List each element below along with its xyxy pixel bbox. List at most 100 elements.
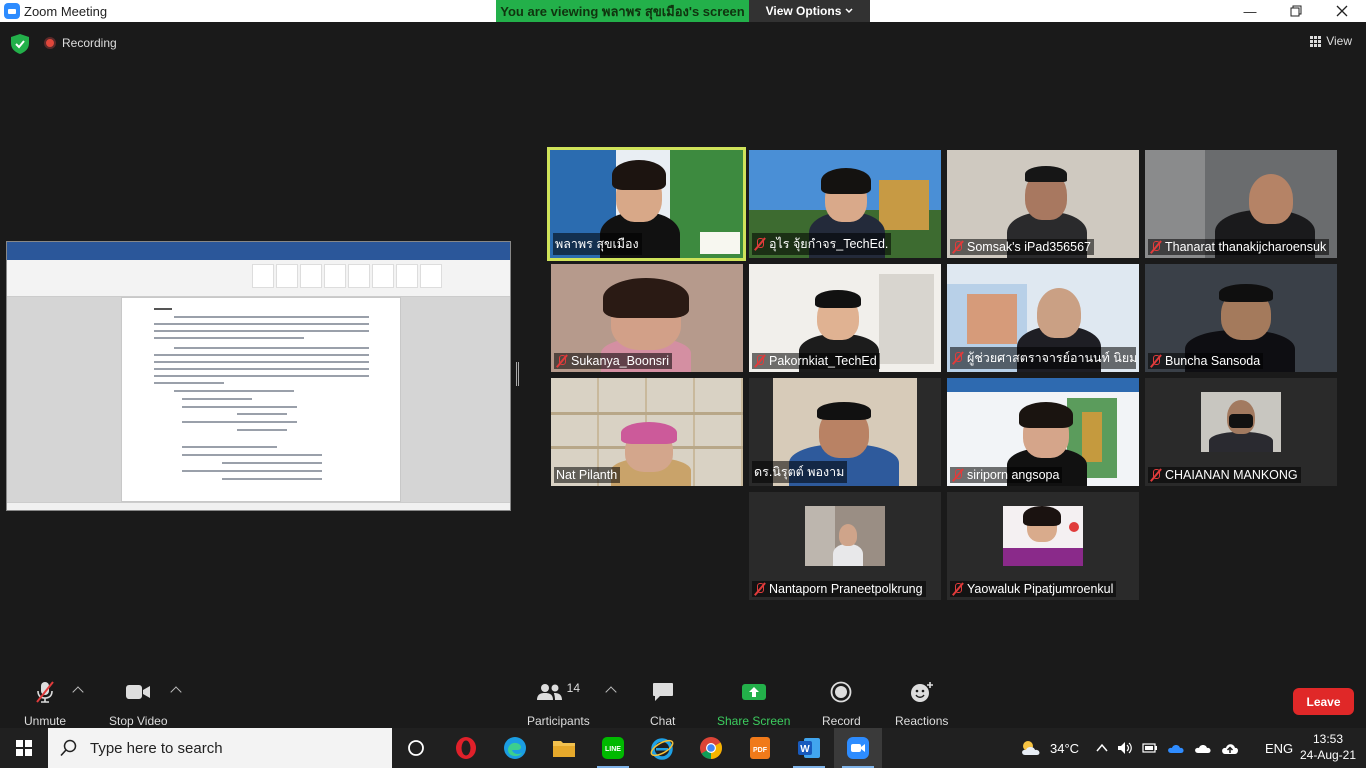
video-tile[interactable]: พลาพร สุขเมือง (547, 147, 746, 261)
participant-name: พลาพร สุขเมือง (555, 237, 639, 251)
chat-button[interactable]: Chat (650, 680, 675, 728)
video-tile[interactable]: CHAIANAN MANKONG (1145, 378, 1337, 486)
video-tile[interactable]: Nat Pilanth (551, 378, 743, 486)
reactions-smiley-icon (910, 682, 933, 702)
taskbar-file-explorer[interactable] (540, 728, 588, 768)
shared-word-styles-gallery (252, 264, 442, 288)
shared-screen[interactable] (6, 241, 511, 511)
view-options-label: View Options (765, 4, 842, 18)
video-tile[interactable]: อุไร จุ้ยกำจร_TechEd. (749, 150, 941, 258)
svg-text:LINE: LINE (605, 746, 621, 753)
video-tile[interactable]: siriporn angsopa (947, 378, 1139, 486)
video-tile[interactable]: Buncha Sansoda (1145, 264, 1337, 372)
reactions-button[interactable]: Reactions (895, 680, 948, 728)
split-view-handle[interactable] (516, 362, 519, 386)
task-view-icon (408, 740, 424, 756)
svg-text:W: W (800, 744, 810, 755)
word-icon: W (798, 738, 820, 758)
view-options-button[interactable]: View Options (749, 0, 870, 22)
chat-label: Chat (650, 714, 676, 728)
viewing-text: You are viewing พลาพร สุขเมือง's screen (496, 0, 749, 22)
participant-name: Yaowaluk Pipatjumroenkul (967, 582, 1114, 596)
record-icon (830, 681, 852, 703)
maximize-button[interactable] (1273, 0, 1319, 22)
onedrive-personal-icon[interactable] (1194, 742, 1212, 754)
taskbar-zoom[interactable] (834, 728, 882, 768)
participant-name: Buncha Sansoda (1165, 354, 1261, 368)
video-tile[interactable]: Yaowaluk Pipatjumroenkul (947, 492, 1139, 600)
taskbar-edge[interactable] (491, 728, 539, 768)
audio-options-chevron[interactable] (72, 686, 84, 698)
chrome-icon (700, 737, 722, 759)
windows-logo-icon (16, 740, 32, 756)
speaker-icon[interactable] (1117, 741, 1133, 755)
video-options-chevron[interactable] (170, 686, 182, 698)
search-icon (60, 739, 77, 757)
participant-name: Somsak's iPad356567 (967, 240, 1091, 254)
close-button[interactable] (1319, 0, 1365, 22)
video-tile[interactable]: Nantaporn Praneetpolkrung (749, 492, 941, 600)
close-icon (1336, 5, 1348, 17)
reactions-label: Reactions (895, 714, 949, 728)
video-tile[interactable]: Thanarat thanakijcharoensuk (1145, 150, 1337, 258)
task-view-button[interactable] (392, 728, 440, 768)
participant-name: ดร.นิรุตต์ พองาม (754, 465, 845, 479)
muted-mic-icon (952, 351, 964, 365)
video-tile[interactable]: ผู้ช่วยศาสตราจารย์อานนท์ นิยม... (947, 264, 1139, 372)
muted-mic-icon (1150, 354, 1162, 368)
edge-icon (504, 737, 526, 759)
participants-options-chevron[interactable] (605, 686, 617, 698)
start-button[interactable] (0, 728, 48, 768)
share-screen-button[interactable]: Share Screen (717, 680, 790, 728)
security-shield-icon[interactable] (11, 34, 29, 54)
participant-name: Nantaporn Praneetpolkrung (769, 582, 923, 596)
battery-icon[interactable] (1142, 741, 1158, 755)
muted-mic-icon (556, 354, 568, 368)
view-button[interactable]: View (1310, 34, 1352, 48)
taskbar-pdf-app[interactable]: PDF (736, 728, 784, 768)
internet-explorer-icon (650, 738, 674, 760)
temperature: 34°C (1050, 740, 1080, 756)
system-tray-icons (1096, 728, 1239, 768)
input-language[interactable]: ENG (1265, 728, 1293, 768)
chevron-up-icon[interactable] (1096, 743, 1108, 753)
participants-count: 14 (566, 681, 581, 695)
muted-mic-icon (1150, 240, 1162, 254)
onedrive-cloud-icon[interactable] (1167, 742, 1185, 754)
participant-name-tag: ดร.นิรุตต์ พองาม (752, 461, 848, 483)
weather-cloud-icon (1022, 741, 1040, 755)
stop-video-button[interactable]: Stop Video (109, 680, 168, 728)
muted-mic-icon (952, 468, 964, 482)
muted-mic-icon (754, 354, 766, 368)
taskbar-opera[interactable] (442, 728, 490, 768)
taskbar-word[interactable]: W (785, 728, 833, 768)
video-tile[interactable]: Somsak's iPad356567 (947, 150, 1139, 258)
video-tile[interactable]: Pakornkiat_TechEd (749, 264, 941, 372)
record-button[interactable]: Record (822, 680, 861, 728)
cloud-upload-icon[interactable] (1221, 741, 1239, 755)
taskbar-internet-explorer[interactable] (638, 728, 686, 768)
pdf-app-icon: PDF (750, 737, 770, 759)
participant-name: Sukanya_Boonsri (571, 354, 669, 368)
window-title: Zoom Meeting (24, 3, 108, 19)
line-app-icon: LINE (602, 737, 624, 759)
video-tile[interactable]: Sukanya_Boonsri (551, 264, 743, 372)
weather-widget[interactable]: 34°C (1020, 728, 1079, 768)
taskbar-chrome[interactable] (687, 728, 735, 768)
unmute-button[interactable]: Unmute (24, 680, 66, 728)
leave-button[interactable]: Leave (1293, 688, 1354, 715)
view-label: View (1326, 34, 1352, 48)
taskbar-clock[interactable]: 13:53 24-Aug-21 (1296, 731, 1360, 763)
taskbar-search-box[interactable]: Type here to search (48, 728, 392, 768)
participants-icon (536, 684, 562, 700)
video-tile[interactable]: ดร.นิรุตต์ พองาม (749, 378, 941, 486)
clock-date: 24-Aug-21 (1299, 748, 1357, 762)
taskbar-line[interactable]: LINE (589, 728, 637, 768)
participants-button[interactable]: 14 Participants (527, 680, 590, 728)
minimize-button[interactable]: — (1227, 0, 1273, 22)
participant-name-tag: อุไร จุ้ยกำจร_TechEd. (752, 233, 892, 255)
participant-name-tag: Sukanya_Boonsri (554, 353, 672, 369)
shared-word-ribbon (7, 260, 510, 297)
share-screen-label: Share Screen (717, 714, 791, 728)
video-camera-icon (126, 685, 151, 699)
